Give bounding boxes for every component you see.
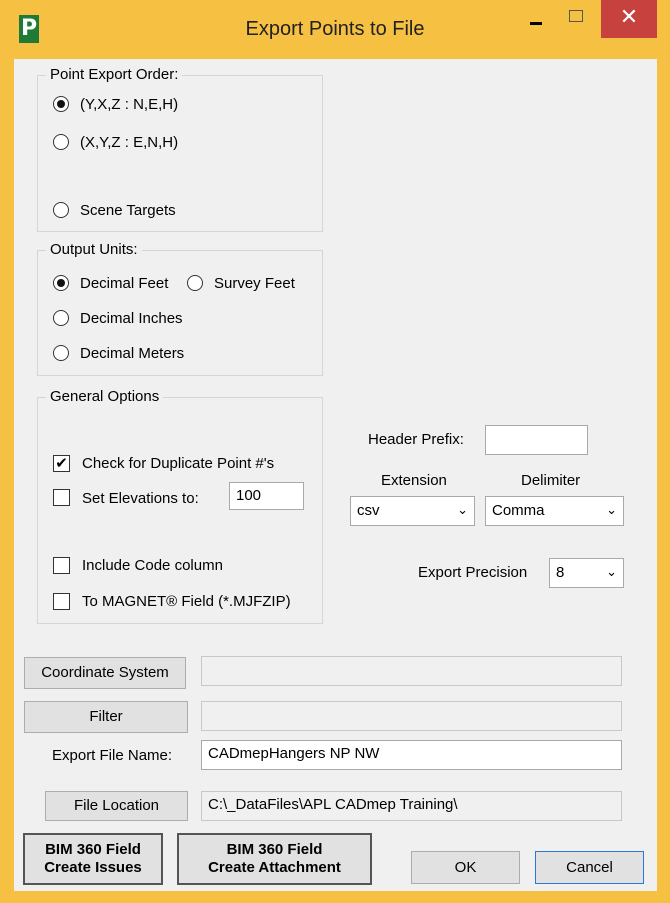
extension-value: csv — [357, 502, 380, 519]
order-yxz-radio[interactable] — [53, 96, 69, 112]
bim360-attach-line1: BIM 360 Field — [226, 841, 323, 858]
delimiter-value: Comma — [492, 502, 545, 519]
export-file-name-input[interactable]: CADmepHangers NP NW — [201, 740, 622, 770]
group-title: Point Export Order: — [46, 66, 183, 83]
bim360-attach-line2: Create Attachment — [208, 859, 341, 876]
file-location-field: C:\_DataFiles\APL CADmep Training\ — [201, 791, 622, 821]
file-location-button[interactable]: File Location — [45, 791, 188, 821]
chevron-down-icon: ⌄ — [606, 565, 617, 580]
decimal-meters-radio[interactable] — [53, 345, 69, 361]
chevron-down-icon: ⌄ — [606, 503, 617, 518]
decimal-feet-radio[interactable] — [53, 275, 69, 291]
window-frame-bottom — [0, 891, 670, 903]
magnet-field-label[interactable]: To MAGNET® Field (*.MJFZIP) — [82, 593, 291, 610]
coordinate-system-button[interactable]: Coordinate System — [24, 657, 186, 689]
minimize-button[interactable] — [530, 22, 542, 25]
filter-field — [201, 701, 622, 731]
group-title: Output Units: — [46, 241, 142, 258]
general-options-group: General Options — [37, 388, 323, 624]
include-code-checkbox[interactable] — [53, 557, 70, 574]
export-precision-select[interactable]: 8 ⌄ — [549, 558, 624, 588]
delimiter-label: Delimiter — [521, 472, 581, 489]
order-xyz-label[interactable]: (X,Y,Z : E,N,H) — [80, 134, 178, 151]
filter-button[interactable]: Filter — [24, 701, 188, 733]
group-title: General Options — [46, 388, 164, 405]
chevron-down-icon: ⌄ — [457, 503, 468, 518]
elevation-input[interactable]: 100 — [229, 482, 304, 510]
bim360-issues-line2: Create Issues — [44, 859, 142, 876]
header-prefix-input[interactable] — [485, 425, 588, 455]
coordinate-system-field — [201, 656, 622, 686]
cancel-button[interactable]: Cancel — [535, 851, 644, 884]
window-frame-right — [657, 59, 670, 903]
check-icon: ✔ — [55, 454, 68, 472]
decimal-meters-label[interactable]: Decimal Meters — [80, 345, 184, 362]
set-elevations-label[interactable]: Set Elevations to: — [82, 490, 199, 507]
scene-targets-radio[interactable] — [53, 202, 69, 218]
order-yxz-label[interactable]: (Y,X,Z : N,E,H) — [80, 96, 178, 113]
maximize-button[interactable] — [569, 10, 583, 22]
extension-select[interactable]: csv ⌄ — [350, 496, 475, 526]
scene-targets-label[interactable]: Scene Targets — [80, 202, 176, 219]
order-xyz-radio[interactable] — [53, 134, 69, 150]
decimal-feet-label[interactable]: Decimal Feet — [80, 275, 168, 292]
window-frame-left — [0, 59, 14, 903]
bim360-create-attachment-button[interactable]: BIM 360 Field Create Attachment — [177, 833, 372, 885]
magnet-field-checkbox[interactable] — [53, 593, 70, 610]
extension-label: Extension — [381, 472, 447, 489]
decimal-inches-label[interactable]: Decimal Inches — [80, 310, 183, 327]
bim360-create-issues-button[interactable]: BIM 360 Field Create Issues — [23, 833, 163, 885]
ok-button[interactable]: OK — [411, 851, 520, 884]
export-file-name-label: Export File Name: — [52, 747, 173, 764]
check-duplicate-checkbox[interactable]: ✔ — [53, 455, 70, 472]
survey-feet-label[interactable]: Survey Feet — [214, 275, 295, 292]
bim360-issues-line1: BIM 360 Field — [45, 841, 141, 858]
delimiter-select[interactable]: Comma ⌄ — [485, 496, 624, 526]
set-elevations-checkbox[interactable] — [53, 489, 70, 506]
title-bar[interactable]: P Export Points to File ✕ — [0, 0, 670, 59]
check-duplicate-label[interactable]: Check for Duplicate Point #'s — [82, 455, 274, 472]
close-button[interactable]: ✕ — [601, 0, 657, 38]
precision-value: 8 — [556, 564, 565, 581]
header-prefix-label: Header Prefix: — [368, 431, 464, 448]
decimal-inches-radio[interactable] — [53, 310, 69, 326]
export-precision-label: Export Precision — [418, 564, 528, 581]
include-code-label[interactable]: Include Code column — [82, 557, 223, 574]
survey-feet-radio[interactable] — [187, 275, 203, 291]
